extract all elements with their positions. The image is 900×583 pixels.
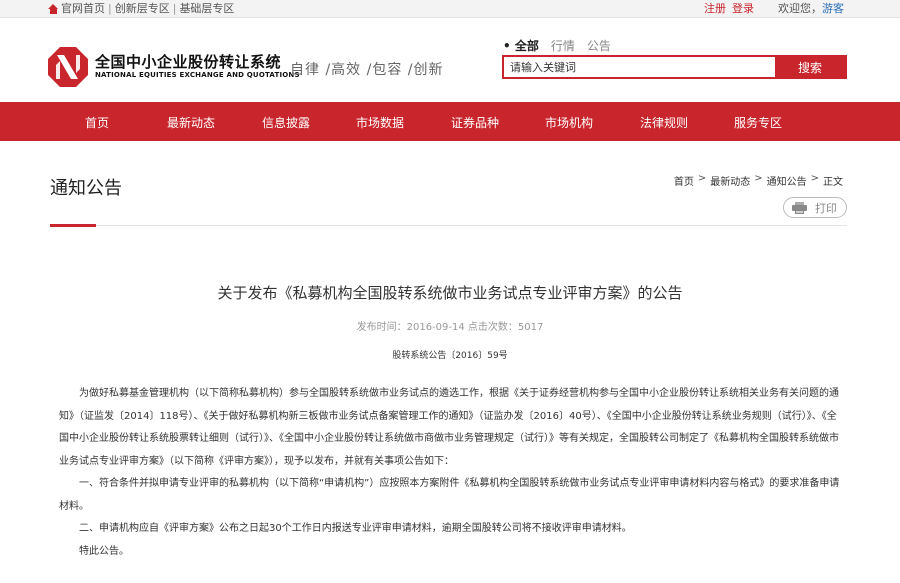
chevron-right-icon: > — [697, 173, 707, 184]
guest-text: 游客 — [822, 2, 844, 15]
paragraph: 一、符合条件并拟申请专业评审的私募机构（以下简称“申请机构”）应按照本方案附件《… — [59, 478, 840, 512]
logo-text-en: NATIONAL EQUITIES EXCHANGE AND QUOTATION… — [95, 71, 300, 79]
login-link[interactable]: 登录 — [732, 0, 754, 17]
breadcrumb-current: 正文 — [823, 177, 843, 188]
page-title: 通知公告 — [50, 178, 122, 199]
search-tab-quotes[interactable]: 行情 — [551, 37, 575, 54]
search-input[interactable] — [504, 57, 775, 77]
top-utility-bar: 官网首页 | 创新层专区 | 基础层专区 注册 登录 欢迎您，游客 — [0, 0, 900, 18]
main-nav: 首页 最新动态 信息披露 市场数据 证券品种 市场机构 法律规则 服务专区 — [0, 102, 900, 141]
print-button[interactable]: 打印 — [783, 197, 847, 218]
print-label: 打印 — [815, 201, 837, 215]
nav-services[interactable]: 服务专区 — [734, 114, 782, 131]
divider — [50, 225, 847, 226]
nav-home[interactable]: 首页 — [85, 114, 109, 131]
nav-rules[interactable]: 法律规则 — [640, 114, 688, 131]
nav-securities[interactable]: 证券品种 — [451, 114, 499, 131]
breadcrumb-latest[interactable]: 最新动态 — [710, 173, 750, 188]
home-icon — [48, 3, 59, 14]
top-links: 官网首页 | 创新层专区 | 基础层专区 — [48, 0, 234, 17]
link-innovation-zone[interactable]: 创新层专区 — [115, 0, 170, 17]
breadcrumb-notices[interactable]: 通知公告 — [767, 173, 807, 188]
search-tabs: • 全部 行情 公告 — [503, 37, 611, 54]
register-link[interactable]: 注册 — [704, 0, 726, 17]
paragraph: 特此公告。 — [79, 545, 129, 557]
title-accent — [50, 224, 96, 227]
neeq-logo-icon[interactable] — [48, 47, 88, 87]
search-tab-all[interactable]: • 全部 — [503, 37, 539, 54]
nav-disclosure[interactable]: 信息披露 — [262, 114, 310, 131]
breadcrumb: 首页 > 最新动态 > 通知公告 > 正文 — [674, 173, 843, 188]
nav-institutions[interactable]: 市场机构 — [545, 114, 593, 131]
paragraph: 二、申请机构应自《评审方案》公布之日起30个工作日内报送专业评审申请材料，逾期全… — [79, 523, 632, 534]
breadcrumb-home[interactable]: 首页 — [674, 173, 694, 188]
site-header: 全国中小企业股份转让系统 NATIONAL EQUITIES EXCHANGE … — [0, 18, 900, 102]
article-body: 为做好私募基金管理机构（以下简称私募机构）参与全国股转系统做市业务试点的遴选工作… — [59, 383, 844, 563]
article-title: 关于发布《私募机构全国股转系统做市业务试点专业评审方案》的公告 — [217, 284, 683, 302]
separator: | — [108, 2, 112, 15]
paragraph: 为做好私募基金管理机构（以下简称私募机构）参与全国股转系统做市业务试点的遴选工作… — [59, 388, 839, 467]
slogan: 自律 /高效 /包容 /创新 — [290, 62, 444, 78]
nav-market-data[interactable]: 市场数据 — [356, 114, 404, 131]
search-box: 搜索 — [502, 55, 847, 79]
search-tab-notices[interactable]: 公告 — [587, 37, 611, 54]
link-official-home[interactable]: 官网首页 — [61, 0, 105, 17]
nav-latest-news[interactable]: 最新动态 — [167, 114, 215, 131]
article-meta: 发布时间：2016-09-14 点击次数：5017 — [356, 322, 544, 333]
printer-icon — [792, 201, 807, 214]
chevron-right-icon: > — [754, 173, 763, 184]
separator: | — [172, 2, 177, 15]
welcome-text: 欢迎您， — [778, 2, 822, 15]
logo-text-cn: 全国中小企业股份转让系统 — [95, 53, 282, 71]
link-basic-zone[interactable]: 基础层专区 — [179, 0, 234, 17]
document-number: 股转系统公告〔2016〕59号 — [392, 351, 508, 361]
search-button[interactable]: 搜索 — [775, 57, 845, 77]
chevron-right-icon: > — [810, 173, 819, 184]
user-area: 注册 登录 欢迎您，游客 — [704, 0, 844, 17]
